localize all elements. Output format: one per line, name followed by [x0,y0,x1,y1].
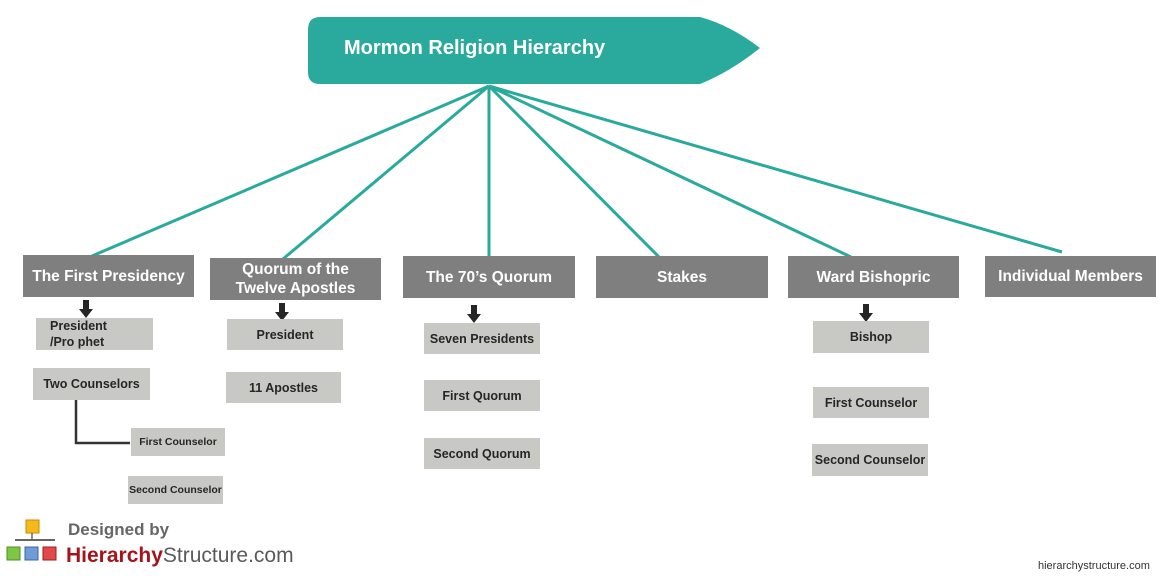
node-first-counselor-ward: First Counselor [813,387,929,418]
hierarchy-logo-icon [6,519,57,561]
brand-name: HierarchyStructure.com [66,544,294,568]
node-bishop: Bishop [813,321,929,353]
node-individual-members: Individual Members [985,256,1156,297]
down-arrow-icon [859,304,873,322]
down-arrow-icon [467,305,481,323]
connector-line [488,84,1063,254]
node-first-presidency: The First Presidency [23,255,194,297]
node-seven-presidents: Seven Presidents [424,323,540,354]
node-second-quorum: Second Quorum [424,438,540,469]
site-credit: hierarchystructure.com [1038,560,1150,572]
down-arrow-icon [79,300,93,318]
brand-bold: Hierarchy [66,544,163,567]
node-stakes: Stakes [596,256,768,298]
node-second-counselor-fp: Second Counselor [128,476,223,504]
node-apostles-president: President [227,319,343,350]
designed-by-label: Designed by [68,520,170,539]
node-first-quorum: First Quorum [424,380,540,411]
node-eleven-apostles: 11 Apostles [226,372,341,403]
node-quorum-twelve: Quorum of the Twelve Apostles [210,258,381,300]
node-second-counselor-ward: Second Counselor [812,444,928,476]
brand-rest: Structure.com [162,544,294,567]
node-ward-bishopric: Ward Bishopric [788,256,959,298]
connector-line [91,84,490,258]
elbow-connector [74,400,130,445]
connector-line [282,84,490,261]
node-seventy-quorum: The 70’s Quorum [403,256,575,298]
node-president-prophet: President /Pro phet [36,318,153,350]
node-two-counselors: Two Counselors [33,368,150,400]
node-first-counselor-fp: First Counselor [131,428,225,456]
diagram-title: Mormon Religion Hierarchy [344,37,606,59]
connector-line [488,84,852,259]
